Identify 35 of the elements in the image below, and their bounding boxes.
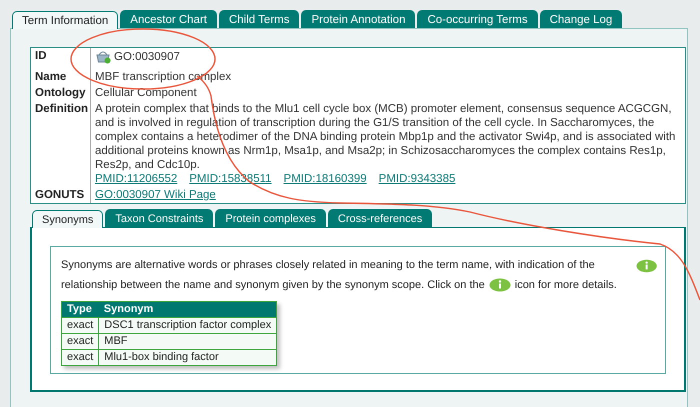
column-header: Type xyxy=(62,302,99,318)
info-icon[interactable] xyxy=(488,278,511,292)
info-icon[interactable] xyxy=(636,259,657,273)
tab[interactable]: Cross-references xyxy=(328,209,432,227)
wiki-link[interactable]: GO:0030907 Wiki Page xyxy=(95,189,216,201)
tab[interactable]: Co-occurring Terms xyxy=(417,10,538,28)
table-cell: exact xyxy=(62,350,99,366)
tab[interactable]: Protein Annotation xyxy=(301,10,416,28)
tab[interactable]: Taxon Constraints xyxy=(105,209,214,227)
field-label: Definition xyxy=(31,101,91,187)
tab[interactable]: Change Log xyxy=(540,10,622,28)
description-text: Synonyms are alternative words or phrases closely related in meaning to the term name, with indication of the xyxy=(61,258,595,273)
tab[interactable]: Ancestor Chart xyxy=(120,10,217,28)
field-value: Cellular Component xyxy=(95,87,197,99)
pmid-link[interactable]: PMID:18160399 xyxy=(284,172,367,186)
field-label: Ontology xyxy=(31,85,91,101)
field-label: ID xyxy=(31,48,91,69)
table-cell: DSC1 transcription factor complex xyxy=(98,318,277,334)
term-id: GO:0030907 xyxy=(114,50,180,64)
tab[interactable]: Child Terms xyxy=(218,10,300,28)
description-text: icon for more details. xyxy=(514,278,617,293)
tab[interactable]: Term Information xyxy=(12,11,118,29)
pmid-link[interactable]: PMID:9343385 xyxy=(378,172,456,186)
table-cell: exact xyxy=(62,318,99,334)
pmid-link[interactable]: PMID:11206552 xyxy=(95,172,178,186)
field-label: Name xyxy=(31,69,91,85)
field-label: GONUTS xyxy=(31,187,91,203)
column-header: Synonym xyxy=(98,302,277,318)
table-cell: exact xyxy=(62,334,99,350)
description-text: relationship between the name and synonym given by the synonym scope. Click on the xyxy=(61,278,485,293)
tab[interactable]: Protein complexes xyxy=(215,209,326,227)
table-cell: Mlu1-box binding factor xyxy=(98,350,277,366)
table-cell: MBF xyxy=(98,334,277,350)
tab[interactable]: Synonyms xyxy=(32,210,104,228)
basket-icon xyxy=(95,49,111,64)
